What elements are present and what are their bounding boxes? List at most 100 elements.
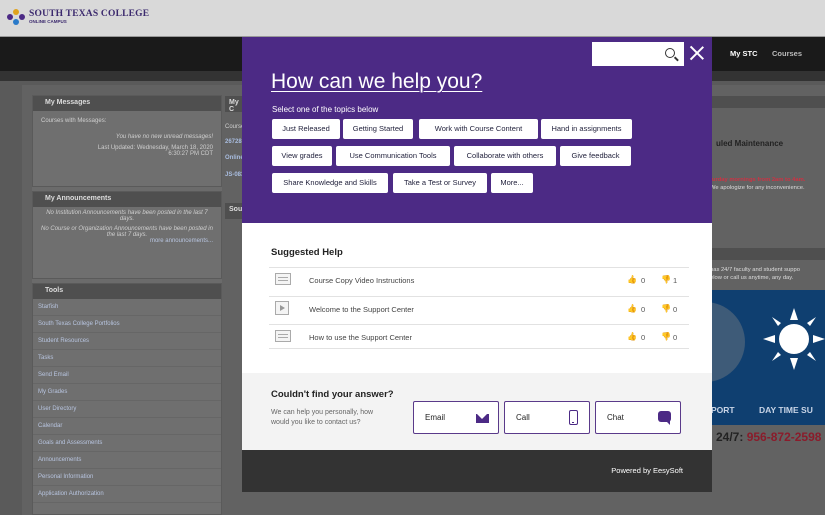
suggested-help-heading: Suggested Help	[271, 247, 343, 258]
document-icon	[275, 330, 291, 342]
thumbs-down-icon[interactable]: 👎	[661, 304, 671, 313]
maintenance-note-red: turday mornings from 2am to 4am.	[710, 177, 806, 183]
mail-icon	[476, 414, 489, 423]
topic-take-test[interactable]: Take a Test or Survey	[393, 173, 487, 193]
more-announcements-link[interactable]: more announcements...	[33, 238, 221, 244]
announcements-course: No Course or Organization Announcements …	[41, 226, 213, 238]
suggested-item[interactable]: How to use the Support Center 👍 0 👎 0	[269, 324, 689, 349]
support-panel-header	[705, 248, 825, 260]
downvote-count: 0	[673, 305, 678, 314]
tool-link[interactable]: South Texas College Portfolios	[33, 316, 221, 333]
tool-link[interactable]: Starfish	[33, 299, 221, 316]
upvote-count: 0	[641, 333, 646, 342]
downvote-count: 0	[673, 333, 678, 342]
panel-header: My Messages	[33, 96, 221, 111]
search-input[interactable]	[592, 42, 684, 66]
hotline-number: 956-872-2598	[746, 430, 822, 444]
my-messages-panel: My Messages Courses with Messages: You h…	[32, 95, 222, 187]
nav-courses[interactable]: Courses	[772, 49, 802, 58]
support-banner[interactable]: PORT DAY TIME SU	[705, 290, 825, 425]
contact-help-text: We can help you personally, how would yo…	[271, 409, 374, 427]
contact-section: Couldn't find your answer? We can help y…	[242, 373, 712, 450]
maintenance-title: uled Maintenance	[716, 139, 784, 148]
support-hotline: 24/7: 956-872-2598	[716, 430, 821, 444]
thumbs-up-icon[interactable]: 👍	[627, 304, 637, 313]
suggested-item[interactable]: Course Copy Video Instructions 👍 0 👎 1	[269, 267, 689, 292]
tool-link[interactable]: User Directory	[33, 401, 221, 418]
support-text-line1: has 24/7 faculty and student suppo	[710, 267, 800, 273]
tool-link[interactable]: Application Authorization	[33, 486, 221, 503]
close-icon[interactable]	[688, 44, 706, 62]
topic-view-grades[interactable]: View grades	[272, 146, 332, 166]
banner-port-text: PORT	[711, 405, 735, 415]
chat-label: Chat	[607, 413, 624, 422]
messages-time: 6:30:27 PM CDT	[168, 151, 213, 157]
hotline-prefix: 24/7:	[716, 430, 744, 444]
tool-link[interactable]: My Grades	[33, 384, 221, 401]
video-icon	[275, 301, 289, 315]
tool-link[interactable]: Send Email	[33, 367, 221, 384]
panel-header: Tools	[33, 284, 221, 299]
thumbs-down-icon[interactable]: 👎	[661, 332, 671, 341]
course-link[interactable]: Online	[225, 155, 244, 161]
topic-give-feedback[interactable]: Give feedback	[560, 146, 631, 166]
maintenance-note: turday mornings from 2am to 4am. We apol…	[710, 176, 805, 192]
thumbs-up-icon[interactable]: 👍	[627, 275, 637, 284]
tools-panel: Tools Starfish South Texas College Portfo…	[32, 283, 222, 515]
tool-link[interactable]: Goals and Assessments	[33, 435, 221, 452]
topic-more[interactable]: More...	[491, 173, 533, 193]
suggested-title[interactable]: How to use the Support Center	[309, 333, 412, 342]
modal-header: How can we help you? Select one of the t…	[242, 37, 712, 223]
banner-day-text: DAY TIME SU	[759, 405, 813, 415]
tool-link[interactable]: Personal Information	[33, 469, 221, 486]
support-text: has 24/7 faculty and student suppo elow …	[710, 266, 800, 282]
logo-mark-icon	[7, 9, 25, 25]
thumbs-down-icon[interactable]: 👎	[661, 275, 671, 284]
select-topic-text: Select one of the topics below	[272, 105, 379, 114]
call-label: Call	[516, 413, 530, 422]
chat-button[interactable]: Chat	[595, 401, 681, 434]
topic-share-knowledge[interactable]: Share Knowledge and Skills	[272, 173, 388, 193]
suggested-title[interactable]: Course Copy Video Instructions	[309, 276, 414, 285]
search-icon[interactable]	[665, 48, 675, 58]
topic-course-content[interactable]: Work with Course Content	[419, 119, 538, 139]
college-logo[interactable]: SOUTH TEXAS COLLEGE ONLINE CAMPUS	[7, 9, 149, 25]
cant-find-heading: Couldn't find your answer?	[271, 389, 394, 400]
nav-my-stc[interactable]: My STC	[730, 49, 758, 58]
tool-link[interactable]: Calendar	[33, 418, 221, 435]
panel-header: My Announcements	[33, 192, 221, 207]
suggested-title[interactable]: Welcome to the Support Center	[309, 305, 414, 314]
email-button[interactable]: Email	[413, 401, 499, 434]
topic-communication-tools[interactable]: Use Communication Tools	[336, 146, 450, 166]
my-announcements-panel: My Announcements No Institution Announce…	[32, 191, 222, 279]
logo-subtitle: ONLINE CAMPUS	[29, 19, 67, 24]
help-modal: How can we help you? Select one of the t…	[242, 37, 712, 492]
logo-title: SOUTH TEXAS COLLEGE	[29, 8, 150, 19]
announcements-institution: No Institution Announcements have been p…	[46, 210, 208, 222]
tool-link[interactable]: Announcements	[33, 452, 221, 469]
upvote-count: 0	[641, 305, 646, 314]
topic-getting-started[interactable]: Getting Started	[343, 119, 413, 139]
downvote-count: 1	[673, 276, 678, 285]
messages-courses-with: Courses with Messages:	[41, 118, 107, 124]
modal-footer: Powered by EesySoft	[242, 450, 712, 492]
sun-icon	[763, 308, 825, 370]
topic-hand-in[interactable]: Hand in assignments	[541, 119, 632, 139]
help-title: How can we help you?	[271, 70, 483, 93]
thumbs-up-icon[interactable]: 👍	[627, 332, 637, 341]
tool-link[interactable]: Tasks	[33, 350, 221, 367]
topic-collaborate[interactable]: Collaborate with others	[454, 146, 556, 166]
support-text-line2: elow or call us anytime, any day.	[710, 275, 794, 282]
tools-list: Starfish South Texas College Portfolios St…	[33, 299, 221, 503]
tool-link[interactable]: Student Resources	[33, 333, 221, 350]
powered-by: Powered by EesySoft	[611, 466, 683, 475]
topic-just-released[interactable]: Just Released	[272, 119, 340, 139]
document-icon	[275, 273, 291, 285]
chat-icon	[658, 411, 671, 425]
left-column: My Messages Courses with Messages: You h…	[32, 95, 222, 515]
call-button[interactable]: Call	[504, 401, 590, 434]
email-label: Email	[425, 413, 446, 422]
right-panel-header	[705, 96, 825, 108]
suggested-item[interactable]: Welcome to the Support Center 👍 0 👎 0	[269, 296, 689, 321]
top-header: SOUTH TEXAS COLLEGE ONLINE CAMPUS	[0, 0, 825, 37]
